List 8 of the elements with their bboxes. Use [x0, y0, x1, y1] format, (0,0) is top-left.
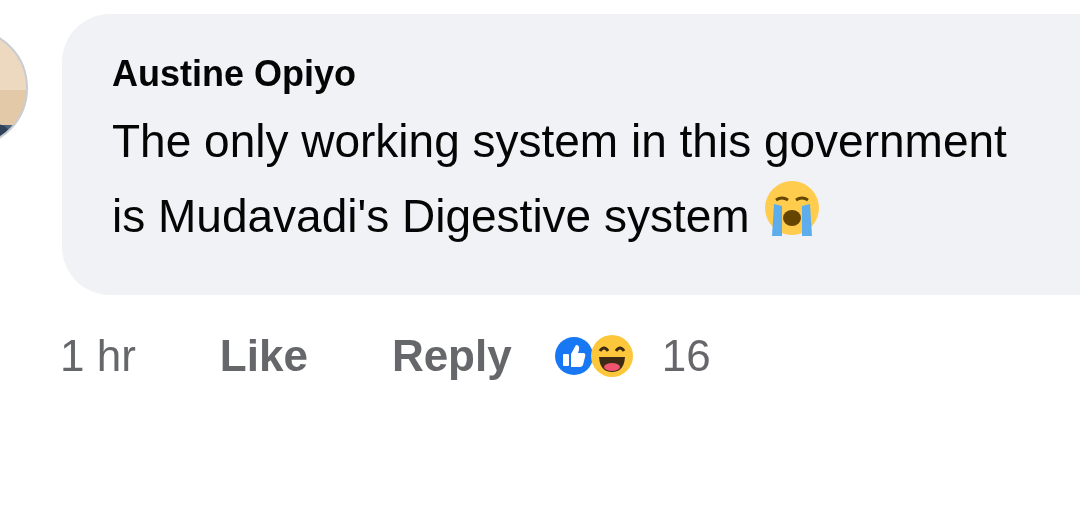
- like-button[interactable]: Like: [219, 323, 308, 389]
- timestamp: 1 hr: [60, 330, 136, 382]
- like-icon: [553, 336, 594, 376]
- laughing-face-icon: [589, 334, 634, 378]
- reply-button[interactable]: Reply: [391, 323, 512, 389]
- comment-text: The only working system in this government is Mudavadi's Digestive system: [112, 114, 1008, 244]
- reaction-count[interactable]: 16: [661, 323, 711, 389]
- author-name[interactable]: Austine Opiyo: [112, 50, 1080, 98]
